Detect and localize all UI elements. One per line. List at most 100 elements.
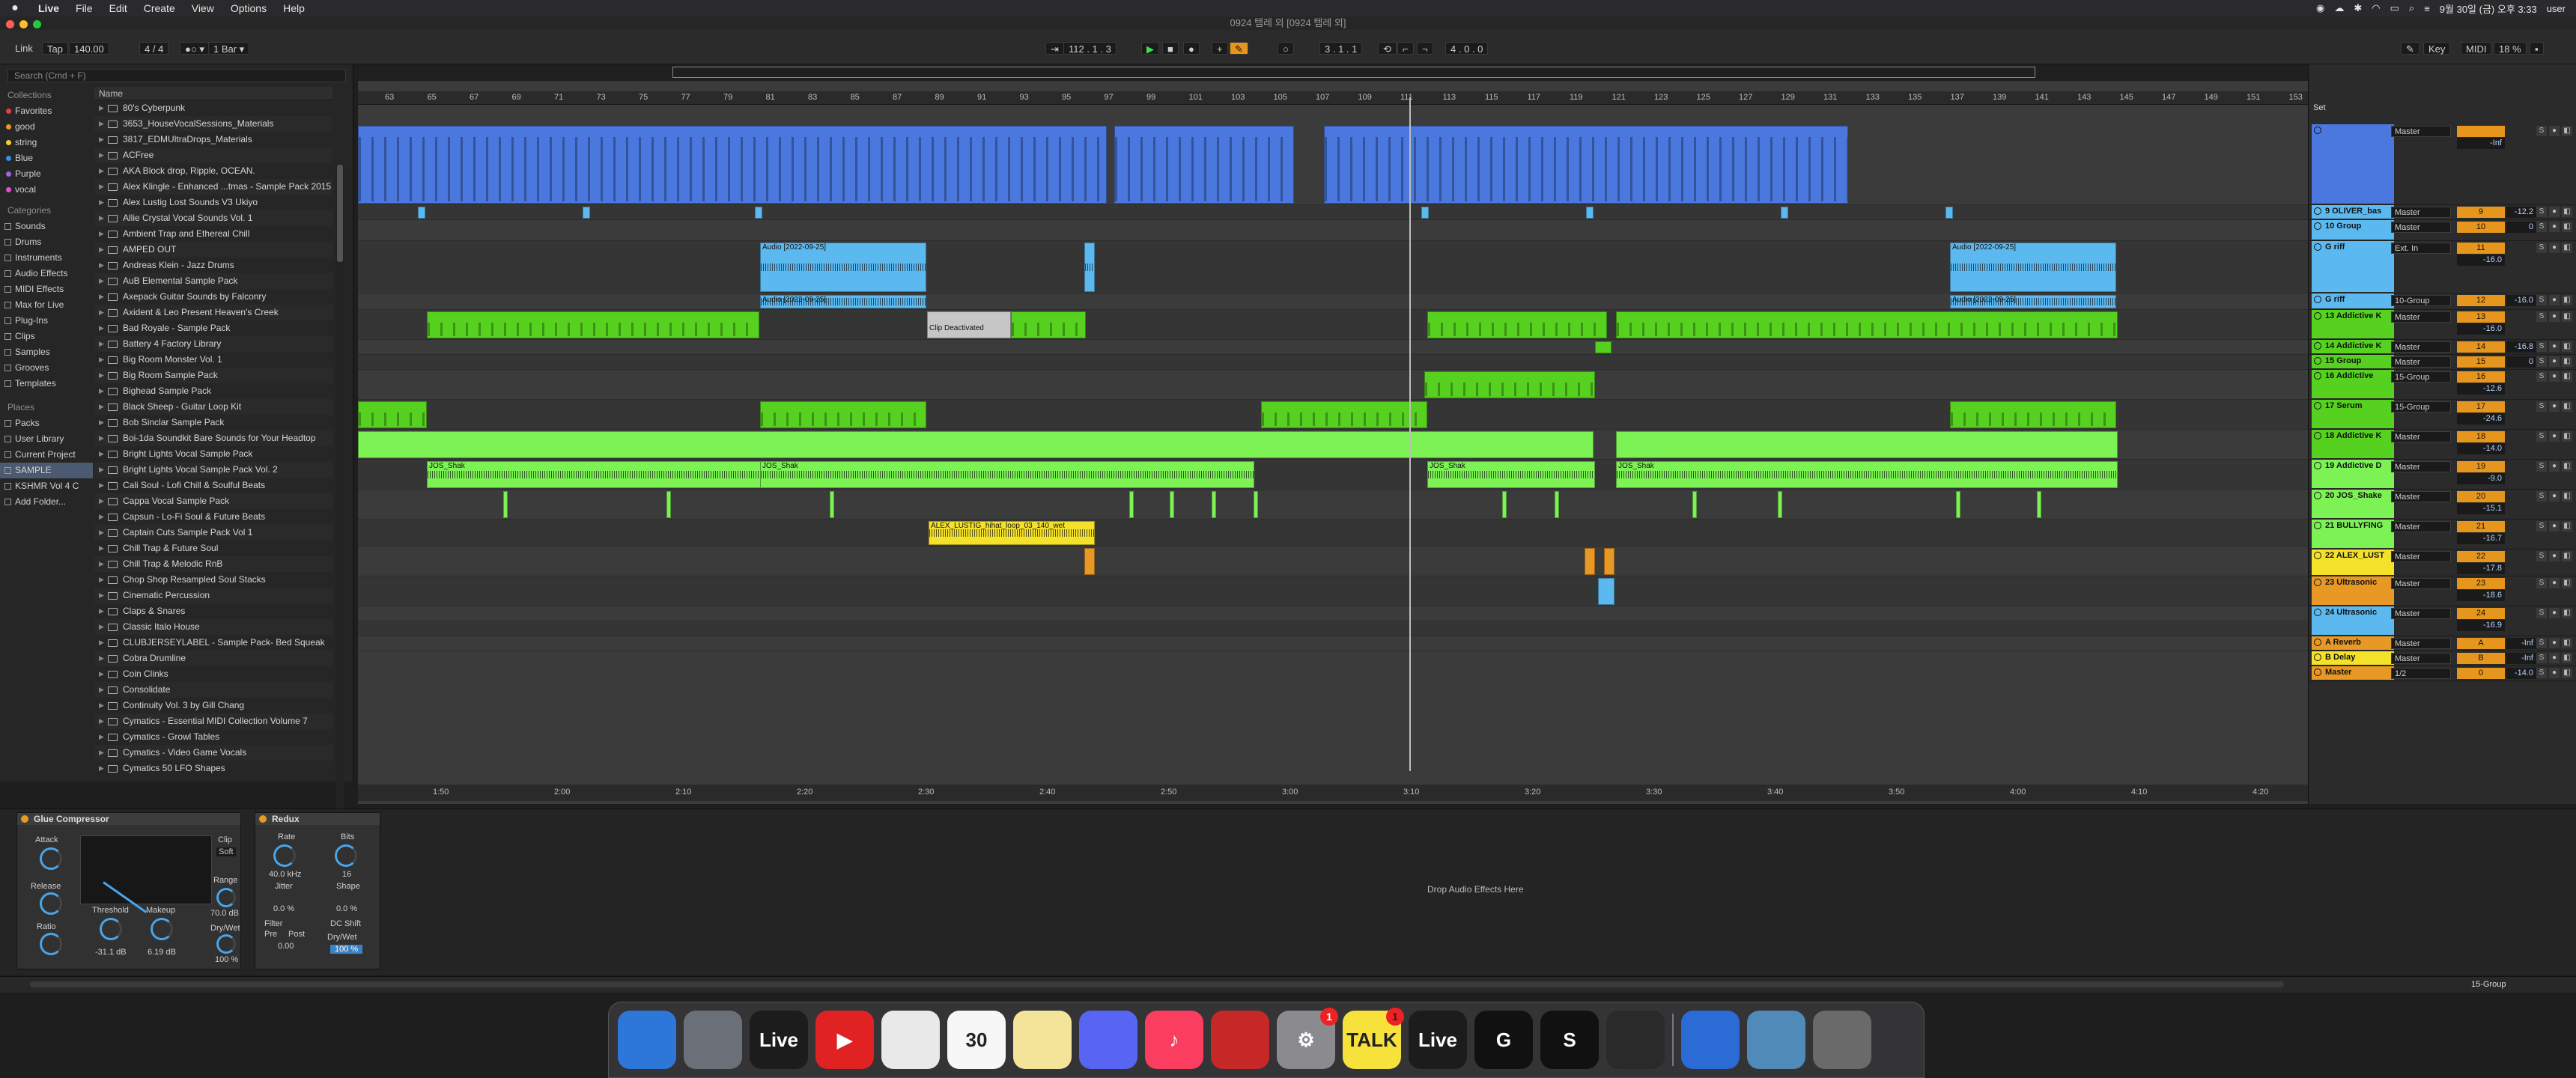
file-list-item[interactable]: ▶ Allie Crystal Vocal Sounds Vol. 1 [94,210,332,226]
mixer-track-row[interactable]: 13 Addictive K Master 13 -16.0 S ● ◧ [2309,310,2576,340]
mixer-track-row[interactable]: G riff Ext. In 11 -16.0 S ● ◧ [2309,241,2576,293]
file-list-item[interactable]: ▶ 3817_EDMUltraDrops_Materials [94,132,332,147]
output-routing-select[interactable]: Master [2391,311,2451,323]
arrangement-clip[interactable]: JOS_Shak [760,461,1254,488]
output-routing-select[interactable]: Master [2391,207,2451,218]
ableton-live-icon[interactable]: Live [1409,1011,1467,1069]
arrangement-clip[interactable] [1114,126,1294,204]
release-knob[interactable] [40,892,62,915]
bits-knob[interactable] [335,844,357,867]
beat-ruler[interactable]: 63 65 67 69 71 73 75 77 79 81 83 85 87 89 91 93 95 97 99 10… [358,91,2308,105]
track-activator-icon[interactable] [2314,243,2321,251]
file-list-item[interactable]: ▶ Cymatics - Video Game Vocals [94,745,332,761]
cubase-icon[interactable] [1211,1011,1269,1069]
track-number-button[interactable] [2457,126,2505,137]
track-lane[interactable] [358,606,2308,621]
arrangement-clip[interactable] [830,491,834,518]
arm-button[interactable]: ● [2549,653,2560,663]
arrangement-clip[interactable] [358,126,1107,204]
file-list-item[interactable]: ▶ Captain Cuts Sample Pack Vol 1 [94,525,332,540]
monitor-button[interactable]: ◧ [2562,126,2572,136]
output-routing-select[interactable]: Master [2391,431,2451,442]
track-number-button[interactable]: 16 [2457,371,2505,383]
file-list-item[interactable]: ▶ Chill Trap & Future Soul [94,540,332,556]
arm-button[interactable]: ● [2549,222,2560,232]
metronome-button[interactable]: ●○ ▾ [180,42,210,55]
expand-arrow-icon[interactable]: ▶ [99,603,104,619]
arrangement-clip[interactable] [755,207,762,219]
file-list-item[interactable]: ▶ AuB Elemental Sample Pack [94,273,332,289]
track-activator-icon[interactable] [2314,609,2321,616]
file-list-item[interactable]: ▶ Bob Sinclar Sample Pack [94,415,332,430]
track-number-button[interactable]: 10 [2457,222,2505,233]
arrangement-clip[interactable] [358,431,1594,458]
track-activator-icon[interactable] [2314,669,2321,676]
monitor-button[interactable]: ◧ [2562,491,2572,502]
file-list-item[interactable]: ▶ Capsun - Lo-Fi Soul & Future Beats [94,509,332,525]
mixer-track-row[interactable]: 15 Group Master 15 0 S ● ◧ [2309,355,2576,370]
solo-button[interactable]: S [2536,461,2547,472]
track-name[interactable]: 13 Addictive K [2312,310,2394,338]
arrangement-clip[interactable] [1502,491,1507,518]
monitor-button[interactable]: ◧ [2562,222,2572,232]
arrangement-clip[interactable] [1084,548,1095,575]
category-item[interactable]: Drums [0,234,93,250]
track-lane[interactable] [358,636,2308,651]
arrangement-clip[interactable] [1595,341,1611,353]
control-center-icon[interactable]: ≡ [2424,3,2430,14]
arm-button[interactable]: ● [2549,491,2560,502]
music-icon[interactable]: ♪ [1145,1011,1203,1069]
mixer-track-row[interactable]: B Delay Master B -Inf S ● ◧ [2309,651,2576,666]
post-button[interactable]: Post [288,930,305,939]
track-number-button[interactable]: 11 [2457,243,2505,254]
solo-button[interactable]: S [2536,371,2547,382]
song-position-field[interactable]: 112 . 1 . 3 [1063,42,1117,55]
track-number-button[interactable]: 22 [2457,551,2505,562]
splice-icon[interactable]: S [1540,1011,1599,1069]
ratio-knob[interactable] [40,933,62,955]
punch-in-button[interactable]: ⌐ [1397,42,1414,55]
track-number-button[interactable]: 23 [2457,578,2505,589]
arrangement-clip[interactable] [1598,578,1614,605]
arrangement-clip[interactable] [1781,207,1788,219]
mixer-track-row[interactable]: 22 ALEX_LUST Master 22 -17.8 S ● ◧ [2309,549,2576,576]
finder-icon[interactable] [618,1011,676,1069]
mixer-track-row[interactable]: 23 Ultrasonic Master 23 -18.6 S ● ◧ [2309,576,2576,606]
expand-arrow-icon[interactable]: ▶ [99,383,104,399]
track-name[interactable]: 19 Addictive D [2312,460,2394,488]
file-list-item[interactable]: ▶ Bright Lights Vocal Sample Pack [94,446,332,462]
output-routing-select[interactable]: Master [2391,551,2451,562]
expand-arrow-icon[interactable]: ▶ [99,430,104,446]
solo-button[interactable]: S [2536,126,2547,136]
file-list-item[interactable]: ▶ Chop Shop Resampled Soul Stacks [94,572,332,588]
file-list-item[interactable]: ▶ AMPED OUT [94,242,332,258]
track-lane[interactable] [358,205,2308,220]
file-list-item[interactable]: ▶ Bright Lights Vocal Sample Pack Vol. 2 [94,462,332,478]
track-activator-icon[interactable] [2314,462,2321,469]
volume-field[interactable]: -12.2 [2506,207,2536,218]
expand-arrow-icon[interactable]: ▶ [99,273,104,289]
arrangement-clip[interactable]: ALEX_LUSTIG_hihat_loop_03_140_wet [929,521,1095,545]
arm-button[interactable]: ● [2549,243,2560,253]
file-list-item[interactable]: ▶ Bighead Sample Pack [94,383,332,399]
file-list-item[interactable]: ▶ Cobra Drumline [94,651,332,666]
expand-arrow-icon[interactable]: ▶ [99,619,104,635]
arm-button[interactable]: ● [2549,551,2560,561]
volume-field[interactable]: -16.8 [2506,341,2536,353]
output-routing-select[interactable]: Master [2391,461,2451,472]
category-item[interactable]: MIDI Effects [0,281,93,297]
arrangement-clip[interactable] [1778,491,1782,518]
category-item[interactable]: Sounds [0,219,93,234]
horizontal-scrollbar[interactable] [30,981,2284,987]
track-number-button[interactable]: 14 [2457,341,2505,353]
track-activator-icon[interactable] [2314,222,2321,230]
track-name[interactable]: 23 Ultrasonic [2312,576,2394,605]
expand-arrow-icon[interactable]: ▶ [99,242,104,258]
track-activator-icon[interactable] [2314,579,2321,586]
record-status-icon[interactable]: ◉ [2316,2,2324,14]
makeup-knob[interactable] [151,918,173,940]
threshold-knob[interactable] [100,918,122,940]
stop-button[interactable]: ■ [1162,42,1179,55]
solo-button[interactable]: S [2536,608,2547,618]
expand-arrow-icon[interactable]: ▶ [99,525,104,540]
